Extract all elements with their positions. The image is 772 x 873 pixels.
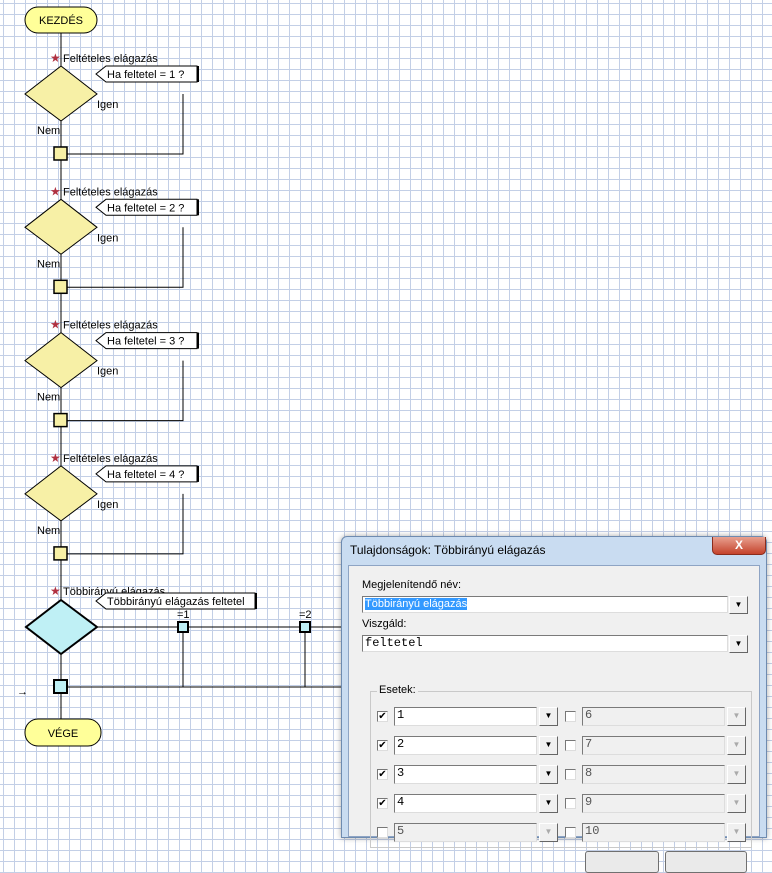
case-dropdown-button[interactable]: ▼ [539, 736, 558, 755]
condition-diamond[interactable] [24, 198, 98, 255]
case-dropdown-button[interactable]: ▼ [727, 794, 746, 813]
condition-title: Feltételes elágazás [63, 453, 158, 465]
case-input[interactable]: 1 [394, 707, 537, 726]
name-label: Megjelenítendő név: [362, 579, 462, 591]
case-node[interactable] [299, 621, 311, 633]
junction-node[interactable] [53, 546, 68, 561]
case-checkbox[interactable] [377, 827, 388, 838]
condition-label: Ha feltetel = 1 ? [107, 69, 184, 81]
case-checkbox[interactable] [565, 798, 576, 809]
condition-diamond[interactable] [24, 65, 98, 122]
no-label: Nem [37, 392, 60, 404]
condition-label: Ha feltetel = 3 ? [107, 336, 184, 348]
end-label: VÉGE [48, 727, 79, 740]
case-input[interactable]: 9 [582, 794, 725, 813]
test-label: Viszgáld: [362, 618, 407, 630]
start-label: KEZDÉS [39, 14, 83, 27]
case-dropdown-button[interactable]: ▼ [539, 794, 558, 813]
close-button[interactable]: X [712, 537, 766, 555]
case-input[interactable]: 4 [394, 794, 537, 813]
case-dropdown-button[interactable]: ▼ [539, 823, 558, 842]
no-label: Nem [37, 258, 60, 270]
case-dropdown-button[interactable]: ▼ [539, 765, 558, 784]
condition-label: Ha feltetel = 2 ? [107, 202, 184, 214]
switch-label: Többirányú elágazás feltetel [107, 596, 245, 608]
star-icon: ★ [50, 318, 61, 332]
case-checkbox[interactable] [565, 769, 576, 780]
dialog-body: Megjelenítendő név: Többirányú elágazás … [348, 565, 760, 873]
case-label: =1 [177, 609, 190, 621]
junction-node[interactable] [53, 146, 68, 161]
condition-title: Feltételes elágazás [63, 186, 158, 198]
yes-label: Igen [97, 232, 118, 244]
case-checkbox[interactable] [565, 827, 576, 838]
case-checkbox[interactable]: ✔ [377, 769, 388, 780]
properties-dialog: Tulajdonságok: Többirányú elágazás X Meg… [341, 536, 767, 873]
dialog-button-1[interactable] [585, 851, 659, 873]
star-icon: ★ [50, 184, 61, 198]
yes-label: Igen [97, 366, 118, 378]
condition-diamond[interactable] [24, 465, 98, 522]
case-input[interactable]: 8 [582, 765, 725, 784]
junction-node[interactable] [53, 412, 68, 428]
name-value: Többirányú elágazás [365, 598, 468, 610]
name-dropdown-button[interactable]: ▼ [729, 596, 748, 614]
switch-diamond[interactable] [24, 598, 99, 656]
junction-node[interactable] [53, 279, 68, 295]
merge-node[interactable] [53, 679, 68, 694]
cases-group: Esetek: ✔ 1 ▼ ✔ 2 ▼ ✔ 3 ▼ ✔ 4 ▼ 5 ▼ 6 ▼ 7 ▼… [370, 684, 752, 848]
case-dropdown-button[interactable]: ▼ [727, 823, 746, 842]
test-input[interactable]: feltetel [362, 635, 728, 652]
case-checkbox[interactable]: ✔ [377, 740, 388, 751]
case-input[interactable]: 10 [582, 823, 725, 842]
case-label: =2 [299, 609, 312, 621]
dialog-button-2[interactable] [665, 851, 747, 873]
case-input[interactable]: 7 [582, 736, 725, 755]
case-checkbox[interactable] [565, 740, 576, 751]
case-input[interactable]: 3 [394, 765, 537, 784]
yes-label: Igen [97, 99, 118, 111]
dialog-title: Tulajdonságok: Többirányú elágazás [350, 543, 546, 557]
case-checkbox[interactable] [565, 711, 576, 722]
test-dropdown-button[interactable]: ▼ [729, 635, 748, 653]
condition-title: Feltételes elágazás [63, 53, 158, 65]
case-dropdown-button[interactable]: ▼ [727, 707, 746, 726]
case-dropdown-button[interactable]: ▼ [539, 707, 558, 726]
case-input[interactable]: 6 [582, 707, 725, 726]
case-checkbox[interactable]: ✔ [377, 711, 388, 722]
yes-label: Igen [97, 499, 118, 511]
case-dropdown-button[interactable]: ▼ [727, 736, 746, 755]
entry-arrow-icon: → [17, 686, 28, 698]
condition-title: Feltételes elágazás [63, 320, 158, 332]
cases-label: Esetek: [377, 684, 418, 696]
no-label: Nem [37, 125, 60, 137]
no-label: Nem [37, 525, 60, 537]
case-checkbox[interactable]: ✔ [377, 798, 388, 809]
case-input[interactable]: 2 [394, 736, 537, 755]
name-input[interactable]: Többirányú elágazás [362, 596, 728, 613]
star-icon: ★ [50, 51, 61, 65]
case-input[interactable]: 5 [394, 823, 537, 842]
case-dropdown-button[interactable]: ▼ [727, 765, 746, 784]
case-node[interactable] [177, 621, 189, 633]
condition-diamond[interactable] [24, 331, 98, 389]
star-icon: ★ [50, 584, 61, 598]
condition-label: Ha feltetel = 4 ? [107, 469, 184, 481]
star-icon: ★ [50, 451, 61, 465]
